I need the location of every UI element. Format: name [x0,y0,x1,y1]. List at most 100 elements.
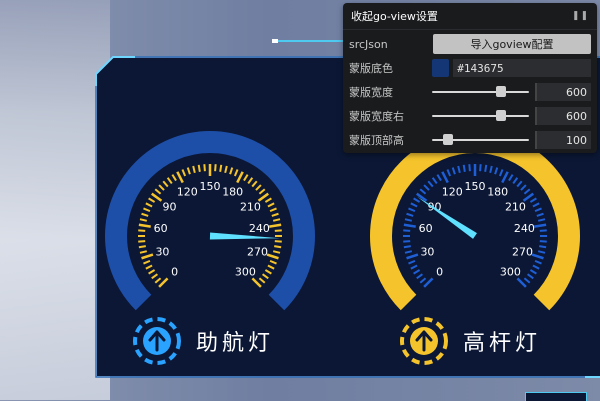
gauge-minor-tick [537,218,546,222]
gauge-minor-tick [171,174,177,182]
src-json-row: srcJson 导入goview配置 [343,32,597,56]
gauge-minor-tick [247,177,254,185]
gauge-tick-label: 240 [514,222,535,235]
mask-width-right-slider[interactable] [432,110,530,122]
background-haze [0,0,110,400]
gauge-minor-tick [224,165,228,174]
mask-width-right-row: 蒙版宽度右 600 [343,104,597,128]
gauge-minor-tick [251,180,258,188]
gauge-minor-tick [255,184,262,191]
gauge-minor-tick [462,164,466,172]
gauge-minor-tick [271,212,279,217]
mask-width-right-label: 蒙版宽度右 [349,110,404,123]
mask-color-swatch[interactable] [431,59,450,77]
gauge-minor-tick [267,202,275,208]
gauge-minor-tick [512,177,519,185]
gauge-tick-label: 300 [235,265,256,278]
gauge-minor-tick [269,207,277,213]
gauge-minor-tick [508,174,514,182]
mask-top-height-input[interactable]: 100 [535,131,591,149]
gauge-minor-tick [539,229,547,232]
gauge-minor-tick [484,164,488,172]
gauge-minor-tick [413,269,421,275]
gauge-tick-label: 210 [505,201,526,214]
gauge-minor-tick [214,164,217,172]
gauge-minor-tick [534,259,542,265]
goview-settings-panel: 收起go-view设置 ❚❚ srcJson 导入goview配置 蒙版底色 #… [343,3,597,153]
gauge-minor-tick [404,250,413,254]
gauge-pole-light-dial: 0306090120 150 180210240270300 [370,131,580,311]
mask-width-label: 蒙版宽度 [349,86,393,99]
slider-knob[interactable] [495,110,506,121]
mask-color-row: 蒙版底色 #143675 [343,56,597,80]
gauge-minor-tick [272,218,281,222]
gauge-minor-tick [145,202,153,208]
gauge-minor-tick [203,164,206,172]
mask-width-input[interactable]: 600 [535,83,591,101]
gauge-minor-tick [523,188,531,195]
mask-top-height-slider[interactable] [432,134,530,146]
mask-top-height-row: 蒙版顶部高 100 [343,128,597,152]
gauge-minor-tick [446,169,452,177]
gauge-minor-tick [186,167,191,175]
gauge-tick-label: 180 [487,185,508,198]
gauge-minor-tick [457,165,461,174]
gauge-minor-tick [536,212,544,217]
gauge-tick-label: 30 [420,245,434,258]
gauge-minor-tick [494,167,499,175]
gauge-minor-tick [413,197,421,203]
settings-header[interactable]: 收起go-view设置 ❚❚ [343,3,597,30]
gauge-major-tick [151,192,163,202]
gauge-tick-label: 120 [177,185,198,198]
gauge-tick-label: 30 [155,245,169,258]
gauge-minor-tick [139,250,148,254]
gauge-minor-tick [154,277,162,284]
gauge-minor-tick [516,180,523,188]
gauge-minor-tick [403,229,411,232]
gauge-minor-tick [229,167,234,175]
slider-track [432,115,530,117]
gauge-major-tick [531,253,544,260]
gauge-minor-tick [416,273,424,280]
gauge-major-tick [441,171,449,184]
gauge-major-tick [236,171,244,184]
mask-top-height-label: 蒙版顶部高 [349,134,404,147]
gauge-tick-label: 270 [512,245,533,258]
gauge-minor-tick [264,197,272,203]
gauge-tick-label: 180 [222,185,243,198]
gauge-nav-light-caption: 助航灯 [130,314,274,368]
gauge-major-tick [138,223,151,228]
gauge-minor-tick [166,177,173,185]
gauge-major-tick [403,223,416,228]
gauge-minor-tick [258,277,266,284]
slider-knob[interactable] [495,86,506,97]
gauge-minor-tick [243,174,249,182]
gauge-pole-light-label: 高杆灯 [463,331,542,356]
gauge-minor-tick [468,164,471,172]
gauge-minor-tick [403,240,411,243]
gauge-minor-tick [451,167,456,175]
gauge-minor-tick [539,245,547,249]
gauge-minor-tick [258,188,266,195]
gauge-minor-tick [534,207,542,213]
slider-track [432,91,530,93]
gauge-tick-label: 210 [240,201,261,214]
gauge-minor-tick [143,207,151,213]
gauge-minor-tick [532,202,540,208]
gauge-minor-tick [523,277,531,284]
gauge-major-tick [266,253,279,260]
decorative-top-line [272,39,352,43]
gauge-minor-tick [423,184,430,191]
mask-color-input[interactable]: #143675 [453,59,592,77]
gauge-minor-tick [141,212,149,217]
gauge-minor-tick [274,240,282,243]
mask-width-right-input[interactable]: 600 [535,107,591,125]
mask-width-slider[interactable] [432,86,530,98]
pause-icon[interactable]: ❚❚ [572,11,589,21]
gauge-tick-label: 90 [163,201,177,214]
settings-title[interactable]: 收起go-view设置 [351,8,438,24]
gauge-pole-light: 0 30 60 90 120 150 180 210 240 270 300 [369,128,589,318]
gauge-minor-tick [272,250,281,254]
import-goview-config-button[interactable]: 导入goview配置 [433,34,591,54]
slider-knob[interactable] [442,134,453,145]
